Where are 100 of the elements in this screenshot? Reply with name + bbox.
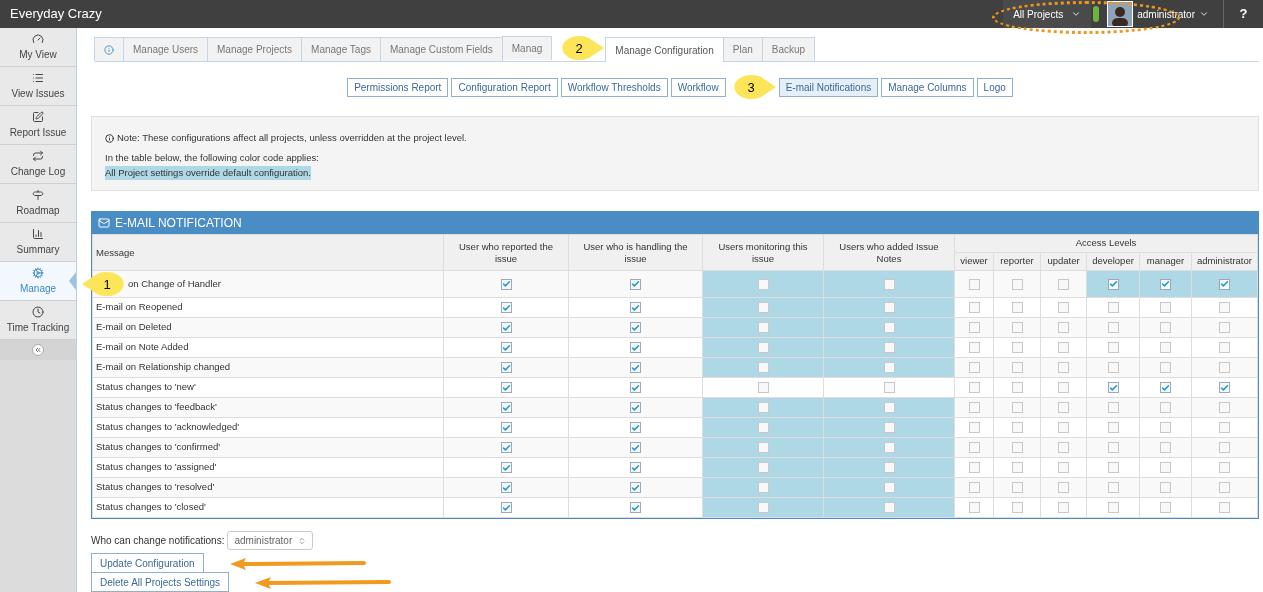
checkbox[interactable] [757,278,769,290]
checkbox[interactable] [1160,502,1171,513]
sidebar-item[interactable]: Summary [0,223,76,262]
sidebar-item[interactable]: Manage [0,262,76,301]
sidebar-item[interactable]: Time Tracking [0,301,76,340]
checkbox[interactable] [883,322,895,333]
checkbox[interactable] [1011,382,1023,393]
checkbox[interactable] [883,362,895,373]
checkbox[interactable] [1219,402,1230,413]
checkbox[interactable] [883,278,895,290]
checkbox[interactable] [500,402,512,413]
checkbox[interactable] [883,302,895,313]
checkbox[interactable] [883,482,895,493]
checkbox[interactable] [757,302,769,313]
checkbox[interactable] [500,382,512,393]
checkbox[interactable] [757,322,769,333]
checkbox[interactable] [630,442,641,453]
checkbox[interactable] [1219,422,1230,433]
app-title[interactable]: Everyday Crazy [0,4,102,24]
checkbox[interactable] [1107,462,1119,473]
checkbox[interactable] [968,362,980,373]
checkbox[interactable] [968,342,980,353]
checkbox[interactable] [1160,442,1171,453]
checkbox[interactable] [630,278,641,290]
sidebar-item[interactable]: My View [0,28,76,67]
checkbox[interactable] [500,278,512,290]
checkbox[interactable] [500,422,512,433]
checkbox[interactable] [1058,422,1069,433]
sidebar-item[interactable]: Report Issue [0,106,76,145]
checkbox[interactable] [1219,362,1230,373]
checkbox[interactable] [1011,462,1023,473]
checkbox[interactable] [1107,482,1119,493]
checkbox[interactable] [1160,362,1171,373]
info-tab[interactable] [94,37,124,61]
checkbox[interactable] [1011,278,1023,290]
checkbox[interactable] [1107,382,1119,393]
checkbox[interactable] [1160,322,1171,333]
checkbox[interactable] [1011,442,1023,453]
checkbox[interactable] [968,482,980,493]
checkbox[interactable] [1160,278,1171,290]
checkbox[interactable] [883,422,895,433]
checkbox[interactable] [1219,502,1230,513]
user-menu[interactable]: administrator [1133,0,1213,28]
checkbox[interactable] [968,322,980,333]
checkbox[interactable] [1058,342,1069,353]
checkbox[interactable] [1107,322,1119,333]
checkbox[interactable] [500,442,512,453]
checkbox[interactable] [1058,442,1069,453]
checkbox[interactable] [630,302,641,313]
checkbox[interactable] [500,482,512,493]
tab[interactable]: Manage Configuration [605,37,724,62]
checkbox[interactable] [1058,362,1069,373]
checkbox[interactable] [630,382,641,393]
checkbox[interactable] [1011,422,1023,433]
checkbox[interactable] [630,362,641,373]
checkbox[interactable] [1058,502,1069,513]
checkbox[interactable] [500,362,512,373]
report-button[interactable]: Configuration Report [451,77,558,97]
checkbox[interactable] [1219,322,1230,333]
tab[interactable]: Manage Users [123,37,209,61]
checkbox[interactable] [757,362,769,373]
action-button[interactable]: Update Configuration [91,553,204,573]
report-button[interactable]: Workflow Thresholds [560,77,668,97]
checkbox[interactable] [1058,482,1069,493]
checkbox[interactable] [968,442,980,453]
notification-select[interactable]: administrator [227,531,314,550]
help-button[interactable]: ? [1223,0,1263,28]
checkbox[interactable] [630,322,641,333]
checkbox[interactable] [883,502,895,513]
tab[interactable]: Manage Tags [301,37,381,61]
checkbox[interactable] [1107,402,1119,413]
checkbox[interactable] [1160,482,1171,493]
checkbox[interactable] [1058,462,1069,473]
checkbox[interactable] [1058,322,1069,333]
checkbox[interactable] [883,442,895,453]
collapse-button[interactable] [32,344,44,356]
checkbox[interactable] [968,402,980,413]
checkbox[interactable] [1011,322,1023,333]
checkbox[interactable] [757,442,769,453]
report-button[interactable]: Permissions Report [347,77,449,97]
checkbox[interactable] [968,422,980,433]
checkbox[interactable] [1160,402,1171,413]
checkbox[interactable] [1011,342,1023,353]
checkbox[interactable] [757,382,769,393]
report-button[interactable]: Logo [976,77,1013,97]
checkbox[interactable] [1219,382,1230,393]
tab[interactable]: Manag [501,36,553,60]
checkbox[interactable] [883,402,895,413]
checkbox[interactable] [630,462,641,473]
checkbox[interactable] [1107,502,1119,513]
checkbox[interactable] [968,462,980,473]
sidebar-item[interactable]: Change Log [0,145,76,184]
checkbox[interactable] [630,502,641,513]
checkbox[interactable] [1160,302,1171,313]
checkbox[interactable] [883,342,895,353]
checkbox[interactable] [1107,442,1119,453]
checkbox[interactable] [757,422,769,433]
project-menu[interactable]: All Projects [1003,0,1092,28]
checkbox[interactable] [757,342,769,353]
checkbox[interactable] [1160,382,1171,393]
